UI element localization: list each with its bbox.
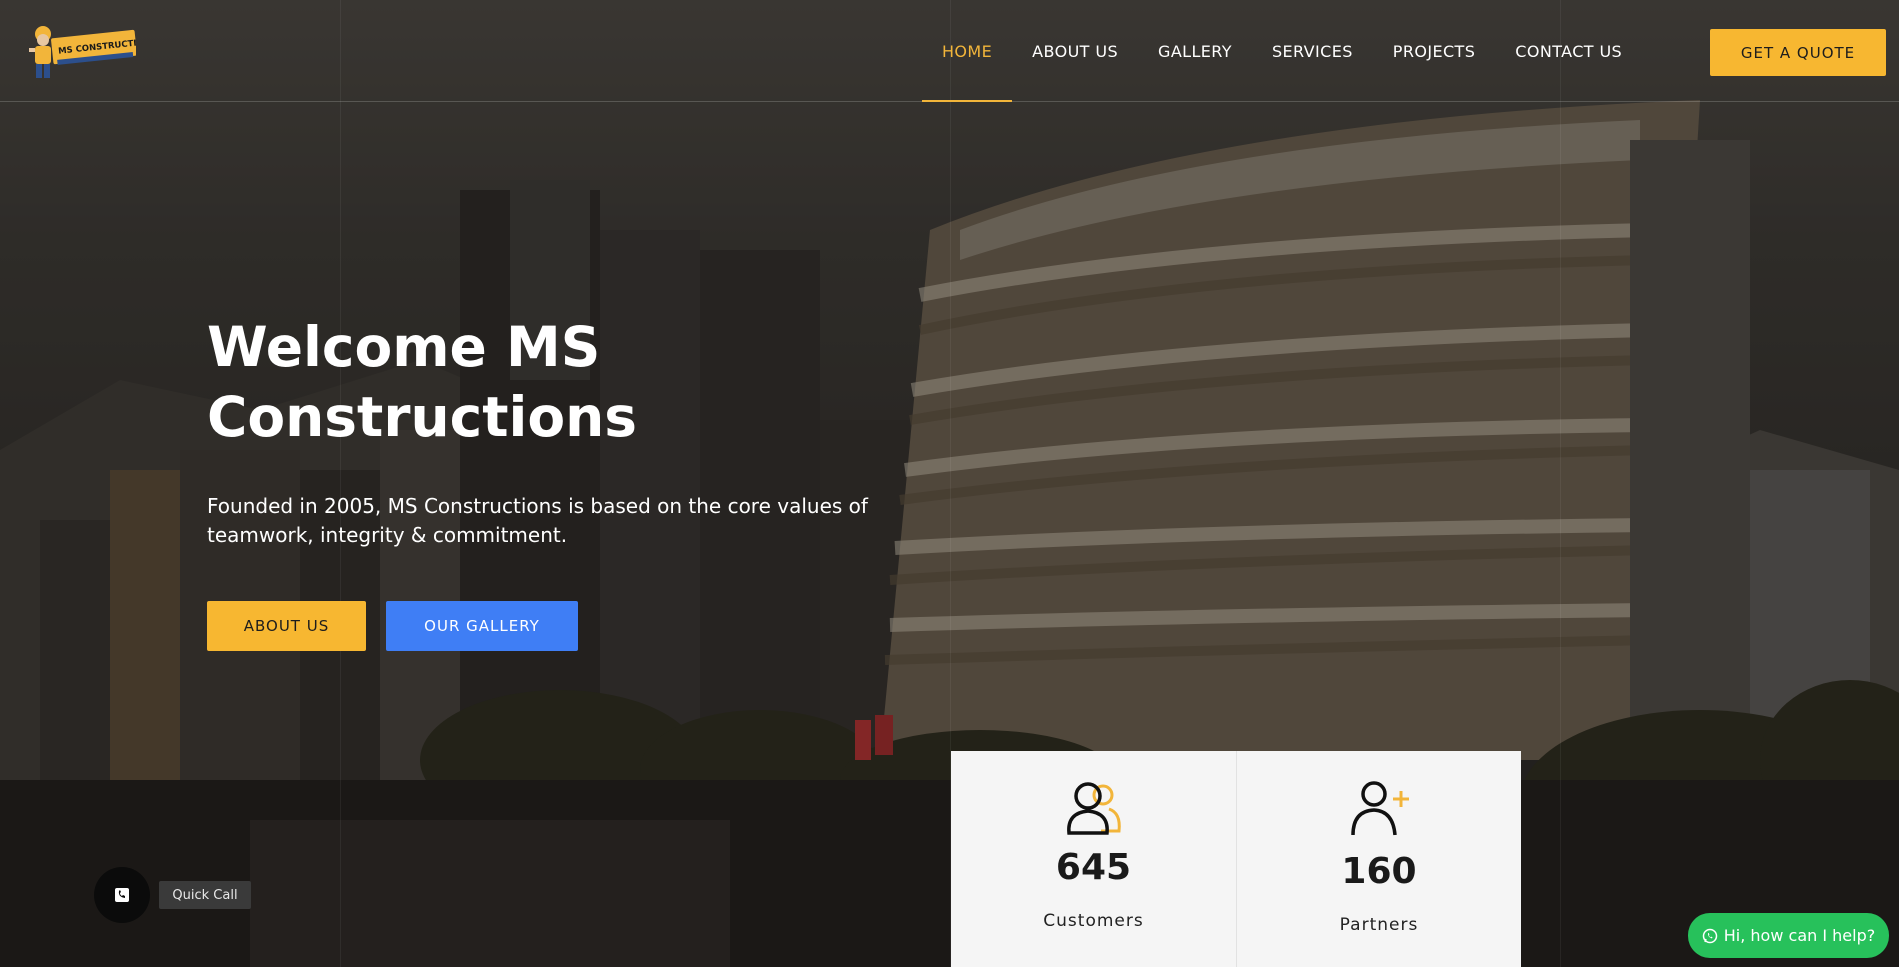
stat-customers-label: Customers (1043, 911, 1144, 931)
whatsapp-label: Hi, how can I help? (1723, 926, 1876, 945)
hero-subtitle-line-1: Founded in 2005, MS Constructions is bas… (207, 494, 868, 518)
nav-contact-us[interactable]: CONTACT US (1495, 0, 1642, 102)
nav-about-us[interactable]: ABOUT US (1012, 0, 1138, 102)
whatsapp-icon (1702, 928, 1718, 943)
nav-home[interactable]: HOME (922, 0, 1013, 102)
hero-title: Welcome MS Constructions (207, 312, 767, 452)
nav-services[interactable]: SERVICES (1252, 0, 1373, 102)
stat-partners: 160 Partners (1236, 751, 1521, 967)
main-nav: HOME ABOUT US GALLERY SERVICES PROJECTS … (922, 0, 1642, 102)
stat-partners-label: Partners (1339, 915, 1419, 935)
stat-customers: 645 Customers (951, 751, 1236, 967)
site-header: MS CONSTRUCTIONS HOME ABOUT US GALLERY S… (0, 0, 1899, 102)
hero-title-line-2: Constructions (207, 385, 638, 449)
stat-customers-value: 645 (1055, 847, 1132, 888)
hero-title-line-1: Welcome MS (207, 315, 601, 379)
nav-gallery[interactable]: GALLERY (1138, 0, 1252, 102)
hero-subtitle-line-2: teamwork, integrity & commitment. (207, 523, 568, 547)
hero-background (0, 0, 1899, 967)
our-gallery-button[interactable]: OUR GALLERY (386, 601, 578, 651)
stats-panel: 645 Customers 160 Partners (951, 751, 1521, 967)
phone-icon (115, 888, 129, 902)
get-a-quote-button[interactable]: GET A QUOTE (1710, 29, 1886, 76)
whatsapp-chat-button[interactable]: Hi, how can I help? (1688, 913, 1889, 958)
hero-subtitle: Founded in 2005, MS Constructions is bas… (207, 492, 907, 550)
users-icon (1061, 777, 1125, 837)
quick-call-button[interactable] (94, 867, 150, 923)
company-logo[interactable]: MS CONSTRUCTIONS (26, 20, 157, 82)
quick-call-label[interactable]: Quick Call (159, 881, 251, 909)
user-plus-icon (1347, 777, 1411, 837)
stat-partners-value: 160 (1341, 851, 1417, 892)
nav-projects[interactable]: PROJECTS (1373, 0, 1496, 102)
about-us-button[interactable]: ABOUT US (207, 601, 366, 651)
